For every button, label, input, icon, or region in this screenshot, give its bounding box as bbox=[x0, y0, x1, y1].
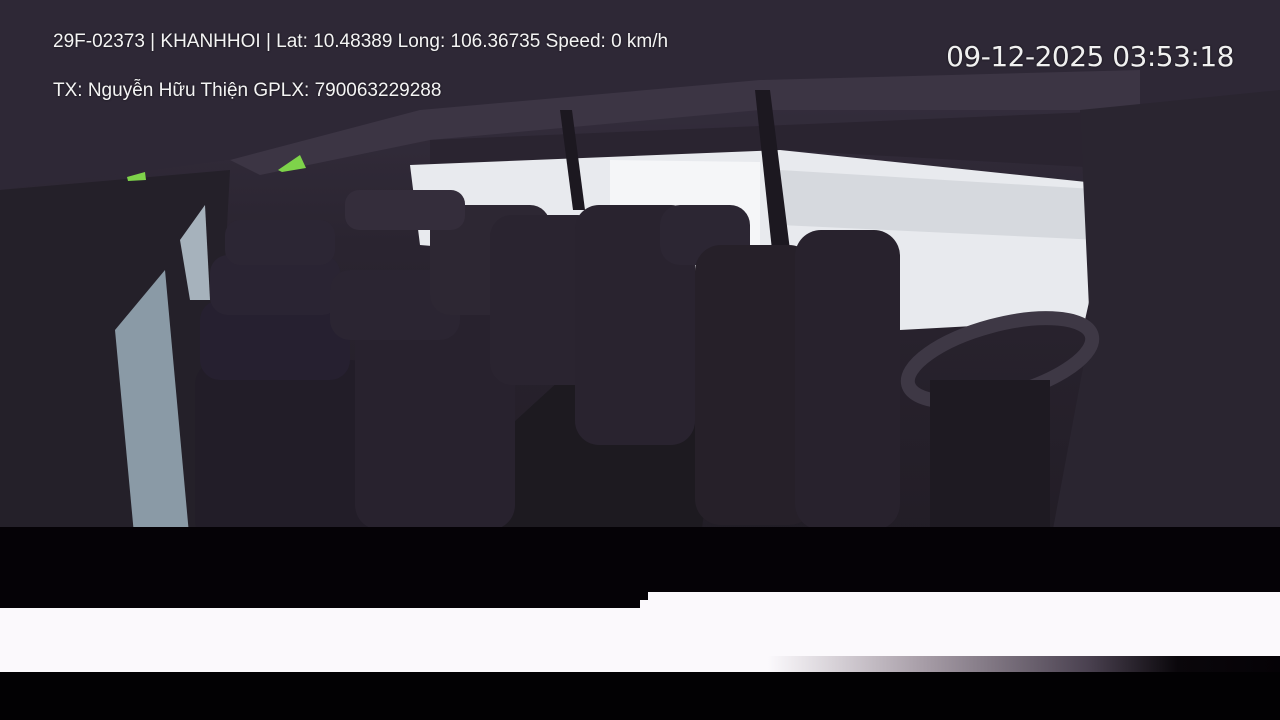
vehicle-info-overlay: 29F-02373 | KHANHHOI | Lat: 10.48389 Lon… bbox=[53, 31, 669, 52]
seat bbox=[795, 230, 900, 530]
seat bbox=[345, 190, 465, 230]
dashboard bbox=[930, 380, 1050, 530]
seat bbox=[225, 220, 335, 265]
timestamp-overlay: 09-12-2025 03:53:18 bbox=[946, 40, 1234, 73]
video-glitch-band bbox=[648, 592, 1280, 608]
video-glitch-band bbox=[640, 600, 648, 608]
dashcam-frame: 29F-02373 | KHANHHOI | Lat: 10.48389 Lon… bbox=[0, 0, 1280, 720]
driver-info-overlay: TX: Nguyễn Hữu Thiện GPLX: 790063229288 bbox=[53, 80, 442, 101]
video-glitch-band bbox=[0, 672, 1280, 720]
seat bbox=[195, 360, 375, 545]
green-marker bbox=[127, 172, 146, 181]
video-glitch-band bbox=[0, 608, 1280, 656]
video-glitch-band bbox=[0, 656, 1280, 672]
